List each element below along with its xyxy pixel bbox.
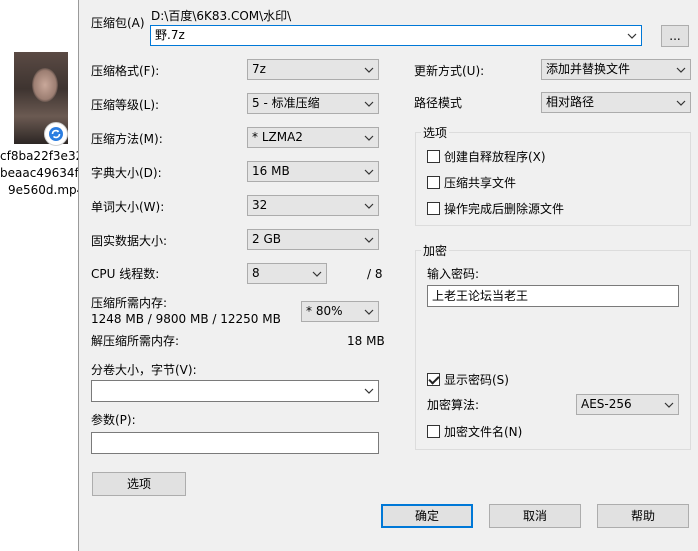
algo-select[interactable]: AES-256 [576, 394, 679, 415]
browse-button[interactable]: ... [661, 25, 689, 47]
threads-max: / 8 [367, 267, 383, 281]
params-label: 参数(P): [91, 413, 136, 427]
algo-value: AES-256 [581, 397, 632, 411]
method-label: 压缩方法(M): [91, 132, 163, 146]
shared-checkbox[interactable] [427, 176, 440, 189]
chevron-down-icon [676, 60, 686, 79]
file-name-line-1[interactable]: cf8ba22f3e32 [0, 148, 78, 165]
encrypt-names-label[interactable]: 加密文件名(N) [444, 424, 522, 440]
chevron-down-icon[interactable] [627, 26, 637, 45]
cancel-button[interactable]: 取消 [489, 504, 581, 528]
help-button[interactable]: 帮助 [597, 504, 689, 528]
sync-badge-icon [44, 122, 68, 146]
level-label: 压缩等级(L): [91, 98, 160, 112]
shared-label[interactable]: 压缩共享文件 [444, 175, 516, 191]
options-button[interactable]: 选项 [92, 472, 186, 496]
chevron-down-icon [312, 264, 322, 283]
threads-select[interactable]: 8 [247, 263, 327, 284]
archive-name-combo[interactable]: 野.7z [150, 25, 642, 46]
method-value: * LZMA2 [252, 130, 303, 144]
memory-detail: 1248 MB / 9800 MB / 12250 MB [91, 312, 281, 326]
format-label: 压缩格式(F): [91, 64, 160, 78]
archive-label: 压缩包(A) [91, 16, 145, 30]
archive-path: D:\百度\6K83.COM\水印\ [151, 9, 292, 23]
decomp-label: 解压缩所需内存: [91, 334, 180, 348]
memory-value: * 80% [306, 304, 343, 318]
update-value: 添加并替换文件 [546, 62, 631, 76]
algo-label: 加密算法: [427, 398, 480, 412]
update-select[interactable]: 添加并替换文件 [541, 59, 691, 80]
show-password-label[interactable]: 显示密码(S) [444, 372, 509, 388]
chevron-down-icon [364, 94, 374, 113]
chevron-down-icon [364, 302, 374, 321]
ok-button[interactable]: 确定 [381, 504, 473, 528]
add-to-archive-dialog: 压缩包(A) D:\百度\6K83.COM\水印\ 野.7z ... 压缩格式(… [78, 0, 698, 551]
chevron-down-icon [364, 230, 374, 249]
chevron-down-icon [364, 162, 374, 181]
archive-name-value: 野.7z [155, 28, 185, 42]
pathmode-select[interactable]: 相对路径 [541, 92, 691, 113]
solid-value: 2 GB [252, 232, 281, 246]
desktop-area: cf8ba22f3e32 beaac49634ff 9e560d.mp4 [0, 0, 78, 551]
delete-label[interactable]: 操作完成后删除源文件 [444, 201, 564, 217]
sfx-label[interactable]: 创建自释放程序(X) [444, 149, 546, 165]
volume-label: 分卷大小，字节(V): [91, 363, 197, 377]
pathmode-label: 路径模式 [414, 96, 463, 110]
volume-combo[interactable] [91, 380, 379, 402]
chevron-down-icon [364, 60, 374, 79]
dict-value: 16 MB [252, 164, 290, 178]
sfx-checkbox[interactable] [427, 150, 440, 163]
word-value: 32 [252, 198, 268, 212]
dict-label: 字典大小(D): [91, 166, 162, 180]
file-name-line-3[interactable]: 9e560d.mp4 [0, 182, 78, 199]
options-group-title: 选项 [421, 126, 450, 140]
memory-select[interactable]: * 80% [301, 301, 379, 322]
password-label: 输入密码: [427, 267, 480, 281]
decomp-value: 18 MB [347, 334, 385, 348]
file-name-line-2[interactable]: beaac49634ff [0, 165, 78, 182]
delete-checkbox[interactable] [427, 202, 440, 215]
password-input[interactable]: 上老王论坛当老王 [427, 285, 679, 307]
threads-label: CPU 线程数: [91, 267, 160, 281]
solid-select[interactable]: 2 GB [247, 229, 379, 250]
update-label: 更新方式(U): [414, 64, 485, 78]
solid-label: 固实数据大小: [91, 234, 168, 248]
chevron-down-icon[interactable] [364, 381, 374, 401]
method-select[interactable]: * LZMA2 [247, 127, 379, 148]
chevron-down-icon [664, 395, 674, 414]
encrypt-names-checkbox[interactable] [427, 425, 440, 438]
level-value: 5 - 标准压缩 [252, 96, 320, 110]
format-select[interactable]: 7z [247, 59, 379, 80]
pathmode-value: 相对路径 [546, 95, 595, 109]
format-value: 7z [252, 62, 266, 76]
word-select[interactable]: 32 [247, 195, 379, 216]
threads-value: 8 [252, 266, 260, 280]
word-label: 单词大小(W): [91, 200, 165, 214]
show-password-checkbox[interactable] [427, 373, 440, 386]
memory-label: 压缩所需内存: [91, 296, 168, 310]
encryption-group-title: 加密 [421, 244, 450, 258]
dict-select[interactable]: 16 MB [247, 161, 379, 182]
chevron-down-icon [364, 196, 374, 215]
chevron-down-icon [364, 128, 374, 147]
params-input[interactable] [91, 432, 379, 454]
level-select[interactable]: 5 - 标准压缩 [247, 93, 379, 114]
chevron-down-icon [676, 93, 686, 112]
